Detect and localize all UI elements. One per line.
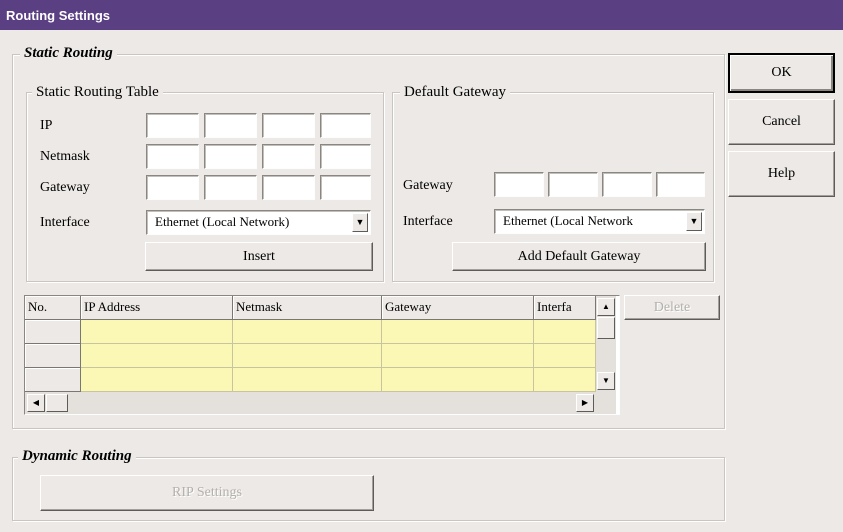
column-header-ip-address[interactable]: IP Address: [81, 296, 233, 320]
static-routing-label: Static Routing: [20, 44, 117, 62]
column-header-gateway[interactable]: Gateway: [382, 296, 534, 320]
scrollbar-thumb[interactable]: [597, 317, 615, 339]
scroll-up-icon[interactable]: ▲: [597, 298, 615, 316]
interface-label: Interface: [40, 215, 90, 230]
ip-octet-3[interactable]: [262, 113, 315, 138]
rip-settings-button[interactable]: RIP Settings: [40, 475, 374, 511]
scroll-left-icon[interactable]: ◀: [27, 394, 45, 412]
default-gateway-gateway-label: Gateway: [403, 178, 453, 193]
chevron-down-icon[interactable]: ▼: [686, 212, 702, 231]
default-gateway-interface-select[interactable]: Ethernet (Local Network ▼: [494, 209, 705, 234]
netmask-octet-2[interactable]: [204, 144, 257, 169]
default-gateway-octet-4[interactable]: [656, 172, 705, 197]
dynamic-routing-label: Dynamic Routing: [18, 447, 136, 465]
static-routing-table-label: Static Routing Table: [32, 83, 163, 101]
scroll-right-icon[interactable]: ▶: [576, 394, 594, 412]
default-gateway-label: Default Gateway: [400, 83, 511, 101]
add-default-gateway-button[interactable]: Add Default Gateway: [452, 242, 706, 271]
table-cell[interactable]: [233, 368, 382, 392]
table-row-header[interactable]: [25, 368, 81, 392]
interface-select-value: Ethernet (Local Network): [155, 214, 290, 229]
chevron-down-icon[interactable]: ▼: [352, 213, 368, 232]
default-gateway-octet-3[interactable]: [602, 172, 652, 197]
default-gateway-octet-1[interactable]: [494, 172, 544, 197]
table-cell[interactable]: [81, 368, 233, 392]
ip-octet-4[interactable]: [320, 113, 371, 138]
delete-button[interactable]: Delete: [624, 295, 720, 320]
table-cell[interactable]: [534, 320, 596, 344]
ip-octet-1[interactable]: [146, 113, 199, 138]
horizontal-scrollbar[interactable]: [25, 392, 616, 414]
gateway-octet-4[interactable]: [320, 175, 371, 200]
table-cell[interactable]: [382, 344, 534, 368]
default-gateway-octet-2[interactable]: [548, 172, 598, 197]
help-button[interactable]: Help: [728, 151, 835, 197]
routes-table[interactable]: No. IP Address Netmask Gateway Interfa ▲…: [24, 295, 620, 415]
column-header-netmask[interactable]: Netmask: [233, 296, 382, 320]
table-cell[interactable]: [534, 344, 596, 368]
ip-label: IP: [40, 118, 53, 133]
gateway-label: Gateway: [40, 180, 90, 195]
default-gateway-interface-value: Ethernet (Local Network: [503, 213, 633, 228]
gateway-octet-1[interactable]: [146, 175, 199, 200]
netmask-octet-4[interactable]: [320, 144, 371, 169]
ip-octet-2[interactable]: [204, 113, 257, 138]
window-title: Routing Settings: [0, 0, 843, 30]
netmask-octet-1[interactable]: [146, 144, 199, 169]
horizontal-scrollbar-thumb[interactable]: [46, 394, 68, 412]
gateway-octet-2[interactable]: [204, 175, 257, 200]
cancel-button[interactable]: Cancel: [728, 99, 835, 145]
interface-select[interactable]: Ethernet (Local Network) ▼: [146, 210, 371, 235]
column-header-interface[interactable]: Interfa: [534, 296, 596, 320]
column-header-no[interactable]: No.: [25, 296, 81, 320]
table-row-header[interactable]: [25, 344, 81, 368]
ok-button[interactable]: OK: [728, 53, 835, 93]
table-cell[interactable]: [233, 320, 382, 344]
table-row-header[interactable]: [25, 320, 81, 344]
table-cell[interactable]: [382, 320, 534, 344]
gateway-octet-3[interactable]: [262, 175, 315, 200]
default-gateway-interface-label: Interface: [403, 214, 453, 229]
insert-button[interactable]: Insert: [145, 242, 373, 271]
netmask-label: Netmask: [40, 149, 90, 164]
table-cell[interactable]: [534, 368, 596, 392]
table-cell[interactable]: [81, 344, 233, 368]
netmask-octet-3[interactable]: [262, 144, 315, 169]
table-cell[interactable]: [382, 368, 534, 392]
table-cell[interactable]: [81, 320, 233, 344]
scroll-down-icon[interactable]: ▼: [597, 372, 615, 390]
table-cell[interactable]: [233, 344, 382, 368]
